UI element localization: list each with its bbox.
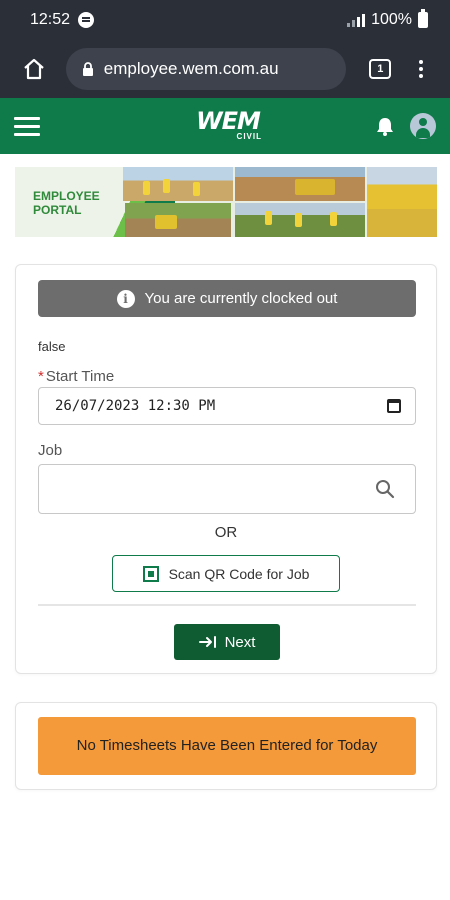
banner-photo [123,167,233,201]
tab-count: 1 [369,59,392,79]
tabs-button[interactable]: 1 [360,49,400,89]
wem-civil-logo[interactable]: WEM CIVIL [186,108,270,146]
next-label: Next [224,633,256,651]
user-avatar-icon[interactable] [410,113,436,139]
status-bar: 12:52 100% [0,0,450,40]
status-right: 100% [347,9,428,29]
start-time-input[interactable]: 26/07/2023 12:30 PM [38,387,416,425]
scan-qr-label: Scan QR Code for Job [168,565,310,582]
divider [38,604,416,606]
lock-icon [82,62,93,76]
calendar-icon[interactable] [387,399,401,413]
address-bar[interactable]: employee.wem.com.au [65,48,347,90]
clock-status-alert: i You are currently clocked out [38,280,416,317]
hamburger-menu-icon[interactable] [14,111,44,141]
banner-photo [235,167,365,201]
app-header: WEM CIVIL [0,98,450,154]
browser-toolbar: employee.wem.com.au 1 [0,40,450,98]
banner-photo [235,203,365,237]
start-time-value: 26/07/2023 12:30 PM [55,398,216,414]
header-actions [374,113,436,139]
battery-icon [418,9,428,28]
bell-icon[interactable] [374,115,396,137]
start-time-label: * Start Time [38,368,114,385]
arrow-right-to-bar-icon [198,636,216,648]
debug-text: false [38,339,66,354]
signal-icon [347,13,366,27]
info-icon: i [116,289,135,308]
status-time: 12:52 [30,11,71,28]
start-time-label-text: Start Time [45,368,115,385]
timesheets-card: No Timesheets Have Been Entered for Toda… [15,702,437,790]
battery-percent: 100% [371,11,412,28]
banner-photo [125,203,231,237]
clock-status-text: You are currently clocked out [144,290,338,307]
qr-code-icon [142,565,159,582]
job-search-input[interactable] [38,464,416,514]
logo-main-text: WEM [196,107,261,135]
no-timesheets-text: No Timesheets Have Been Entered for Toda… [76,737,378,754]
url-text: employee.wem.com.au [103,59,279,78]
scan-qr-button[interactable]: Scan QR Code for Job [112,555,340,592]
home-icon [24,58,44,80]
home-button[interactable] [14,49,54,89]
spotify-icon [78,12,95,28]
status-left: 12:52 [30,11,95,29]
next-button[interactable]: Next [174,624,280,660]
employee-portal-banner: EMPLOYEE PORTAL [15,167,437,237]
no-timesheets-alert: No Timesheets Have Been Entered for Toda… [38,717,416,775]
or-separator: OR [214,524,238,541]
banner-title-line2: PORTAL [33,203,82,217]
banner-title-line1: EMPLOYEE [33,189,100,203]
browser-menu-button[interactable] [406,49,436,89]
clock-in-card: i You are currently clocked out false * S… [15,264,437,674]
banner-title: EMPLOYEE PORTAL [33,189,100,217]
job-label: Job [38,442,63,459]
required-marker: * [38,368,44,385]
search-icon[interactable] [375,479,395,499]
banner-photo [367,167,437,237]
